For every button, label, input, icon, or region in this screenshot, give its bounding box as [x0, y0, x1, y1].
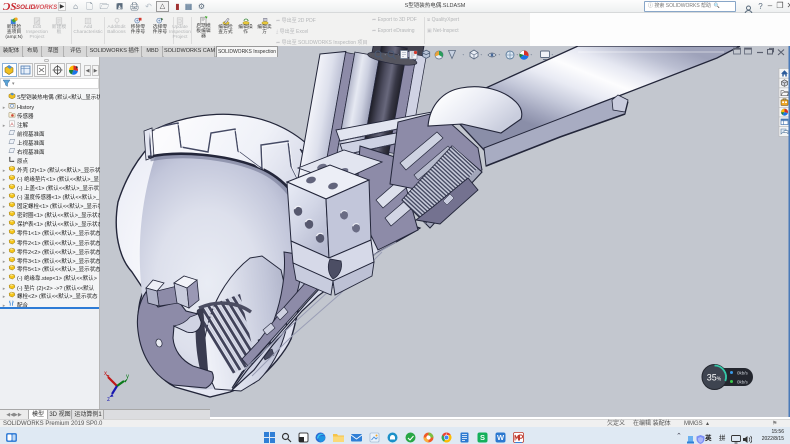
svg-text:W: W	[497, 433, 505, 442]
svg-text:S: S	[480, 433, 485, 442]
svg-text:0kb/s: 0kb/s	[737, 380, 749, 385]
svg-text:WORKS: WORKS	[34, 4, 58, 11]
svg-text:z: z	[107, 397, 110, 403]
svg-text:ƆS: ƆS	[2, 1, 16, 13]
svg-text:y: y	[126, 374, 129, 380]
svg-text:x: x	[104, 371, 107, 377]
svg-text:0kb/s: 0kb/s	[737, 371, 749, 376]
